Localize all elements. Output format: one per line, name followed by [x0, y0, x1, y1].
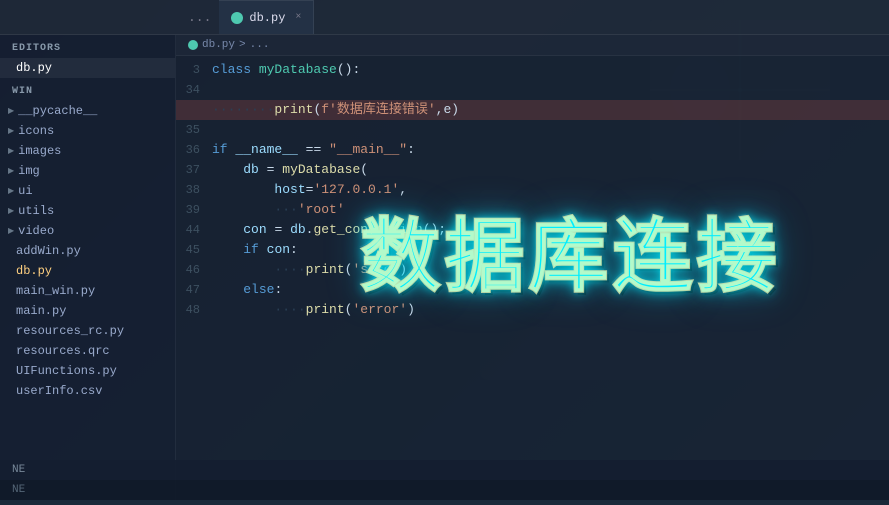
- folder-label: img: [18, 164, 40, 178]
- sidebar-item-resources-rc[interactable]: resources_rc.py: [0, 321, 175, 341]
- breadcrumb-file: db.py: [202, 39, 235, 51]
- folder-label: icons: [18, 124, 54, 138]
- line-number: 48: [176, 300, 212, 320]
- status-text-2: NE: [12, 484, 25, 496]
- folder-arrow-icon: ▶: [8, 166, 14, 176]
- folder-arrow-icon: ▶: [8, 186, 14, 196]
- sidebar-folder-images[interactable]: ▶ images: [0, 141, 175, 161]
- sidebar-item-uifunctions[interactable]: UIFunctions.py: [0, 361, 175, 381]
- overlay-title: 数据库连接: [361, 192, 781, 308]
- code-line-34: 34: [176, 80, 889, 100]
- code-line-36: 36 if __name__ == "__main__":: [176, 140, 889, 160]
- line-content: db = myDatabase(: [212, 160, 889, 180]
- breadcrumb-separator: >: [239, 39, 246, 51]
- line-number: 36: [176, 140, 212, 160]
- folder-label: images: [18, 144, 61, 158]
- sidebar-folder-img[interactable]: ▶ img: [0, 161, 175, 181]
- folder-label: __pycache__: [18, 104, 97, 118]
- status-text-1: NE: [12, 464, 25, 476]
- folder-arrow-icon: ▶: [8, 126, 14, 136]
- status-bar-2: NE: [0, 480, 889, 500]
- tab-file-icon: [231, 12, 243, 24]
- code-line-35: 35: [176, 120, 889, 140]
- line-content: if __name__ == "__main__":: [212, 140, 889, 160]
- code-line-3: 3 class myDatabase():: [176, 60, 889, 80]
- status-bar-1: NE: [0, 460, 889, 480]
- folder-label: video: [18, 224, 54, 238]
- folder-arrow-icon: ▶: [8, 226, 14, 236]
- sidebar-folder-video[interactable]: ▶ video: [0, 221, 175, 241]
- tab-bar: ... db.py ×: [0, 0, 889, 35]
- folder-label: ui: [18, 184, 32, 198]
- line-number: 39: [176, 200, 212, 220]
- code-line-37: 37 db = myDatabase(: [176, 160, 889, 180]
- sidebar-item-dbpy[interactable]: db.py: [0, 261, 175, 281]
- line-content: class myDatabase():: [212, 60, 889, 80]
- code-line-highlighted: ········print(f'数据库连接错误',e): [176, 100, 889, 120]
- breadcrumb-file-icon: [188, 40, 198, 50]
- active-tab[interactable]: db.py ×: [219, 0, 314, 34]
- tab-close-button[interactable]: ×: [295, 12, 301, 23]
- line-number: 47: [176, 280, 212, 300]
- line-number: 3: [176, 60, 212, 80]
- breadcrumb: db.py > ...: [176, 35, 889, 56]
- line-number: 46: [176, 260, 212, 280]
- line-number: 45: [176, 240, 212, 260]
- sidebar-item-dbpy-editor[interactable]: db.py: [0, 58, 175, 78]
- status-bar-bottom: NE NE: [0, 460, 889, 500]
- folder-arrow-icon: ▶: [8, 106, 14, 116]
- sidebar-folder-ui[interactable]: ▶ ui: [0, 181, 175, 201]
- sidebar-item-resources-qrc[interactable]: resources.qrc: [0, 341, 175, 361]
- editors-section-title: EDITORS: [0, 35, 175, 58]
- breadcrumb-context: ...: [250, 39, 270, 51]
- tab-dots: ...: [180, 10, 219, 25]
- folder-arrow-icon: ▶: [8, 206, 14, 216]
- line-number: 34: [176, 80, 212, 100]
- sidebar-item-mainwin[interactable]: main_win.py: [0, 281, 175, 301]
- line-number: 44: [176, 220, 212, 240]
- tab-label: db.py: [249, 11, 285, 25]
- win-section-title: WIN: [0, 78, 175, 101]
- folder-label: utils: [18, 204, 54, 218]
- line-number: 37: [176, 160, 212, 180]
- folder-arrow-icon: ▶: [8, 146, 14, 156]
- line-number: 35: [176, 120, 212, 140]
- sidebar-folder-utils[interactable]: ▶ utils: [0, 201, 175, 221]
- sidebar-item-addwin[interactable]: addWin.py: [0, 241, 175, 261]
- line-content: ········print(f'数据库连接错误',e): [212, 100, 889, 120]
- sidebar-folder-icons[interactable]: ▶ icons: [0, 121, 175, 141]
- sidebar: EDITORS db.py WIN ▶ __pycache__ ▶ icons …: [0, 35, 176, 500]
- sidebar-item-userinfo[interactable]: userInfo.csv: [0, 381, 175, 401]
- line-number: 38: [176, 180, 212, 200]
- sidebar-item-main[interactable]: main.py: [0, 301, 175, 321]
- sidebar-folder-pycache[interactable]: ▶ __pycache__: [0, 101, 175, 121]
